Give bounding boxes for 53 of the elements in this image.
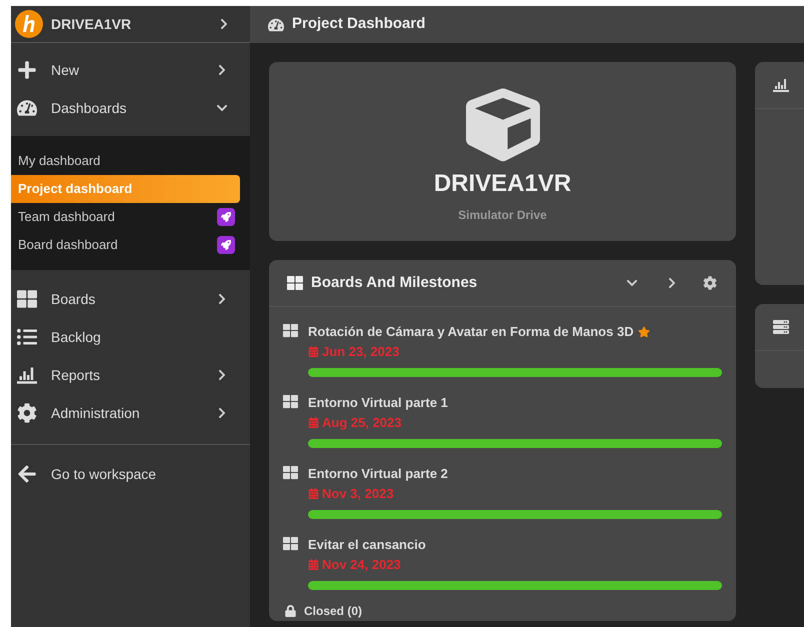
workspace-header[interactable]: DRIVEA1VR xyxy=(11,6,250,43)
calendar-icon xyxy=(308,488,319,499)
milestone-name[interactable]: Evitar el cansancio xyxy=(308,535,426,554)
grid-icon xyxy=(287,275,303,291)
chevron-right-icon xyxy=(218,18,230,30)
board-icon xyxy=(283,465,298,480)
milestone-date: Nov 3, 2023 xyxy=(322,484,394,502)
closed-count: Closed (0) xyxy=(304,603,362,620)
milestone-date: Jun 23, 2023 xyxy=(322,342,400,360)
board-icon xyxy=(283,323,298,338)
project-name: DRIVEA1VR xyxy=(434,169,572,199)
submenu-item[interactable]: Board dashboard xyxy=(11,231,240,259)
bar-chart-icon xyxy=(773,77,789,93)
list-icon xyxy=(17,327,37,347)
collapse-button[interactable] xyxy=(624,277,640,289)
calendar-icon xyxy=(308,346,319,357)
nav-item[interactable]: Dashboards xyxy=(11,89,250,127)
settings-button[interactable] xyxy=(702,276,718,290)
nav-item[interactable]: New xyxy=(11,51,250,89)
chevron-right-icon xyxy=(666,277,678,289)
grid-icon xyxy=(17,289,37,309)
milestone-date: Nov 24, 2023 xyxy=(322,556,401,574)
calendar-icon xyxy=(308,558,319,570)
calendar-icon xyxy=(308,416,319,428)
workspace-name: DRIVEA1VR xyxy=(51,14,132,34)
gauge-icon xyxy=(268,16,284,32)
milestone-name[interactable]: Rotación de Cámara y Avatar en Forma de Manos 3D xyxy=(308,322,634,342)
arrow-left-icon xyxy=(17,464,37,484)
milestone-name[interactable]: Entorno Virtual parte 2 xyxy=(308,464,448,484)
submenu-item[interactable]: Team dashboard xyxy=(11,203,240,231)
gauge-icon xyxy=(17,98,37,118)
board-icon xyxy=(283,536,298,551)
page-title: Project Dashboard xyxy=(292,14,426,34)
plus-icon xyxy=(17,60,37,80)
cube-icon xyxy=(466,88,540,162)
logo-icon xyxy=(15,10,43,38)
bar-chart-icon xyxy=(17,365,37,385)
settings-icon xyxy=(703,276,717,290)
lock-icon xyxy=(285,605,296,617)
settings-icon xyxy=(17,403,37,423)
nav-item[interactable]: Reports xyxy=(11,356,250,394)
milestone-name[interactable]: Entorno Virtual parte 1 xyxy=(308,393,448,412)
board-icon xyxy=(283,394,298,409)
nav-item[interactable]: Administration xyxy=(11,394,250,432)
milestone-date: Aug 25, 2023 xyxy=(322,414,402,432)
project-subtitle: Simulator Drive xyxy=(458,207,547,224)
submenu-item[interactable]: My dashboard xyxy=(11,147,240,175)
chevron-down-icon xyxy=(626,277,638,289)
card-title: Boards And Milestones xyxy=(311,272,478,293)
nav-item[interactable]: Backlog xyxy=(11,318,250,356)
go-to-workspace-link[interactable]: Go to workspace xyxy=(11,455,250,493)
server-icon xyxy=(773,319,789,335)
nav-item[interactable]: Boards xyxy=(11,280,250,318)
